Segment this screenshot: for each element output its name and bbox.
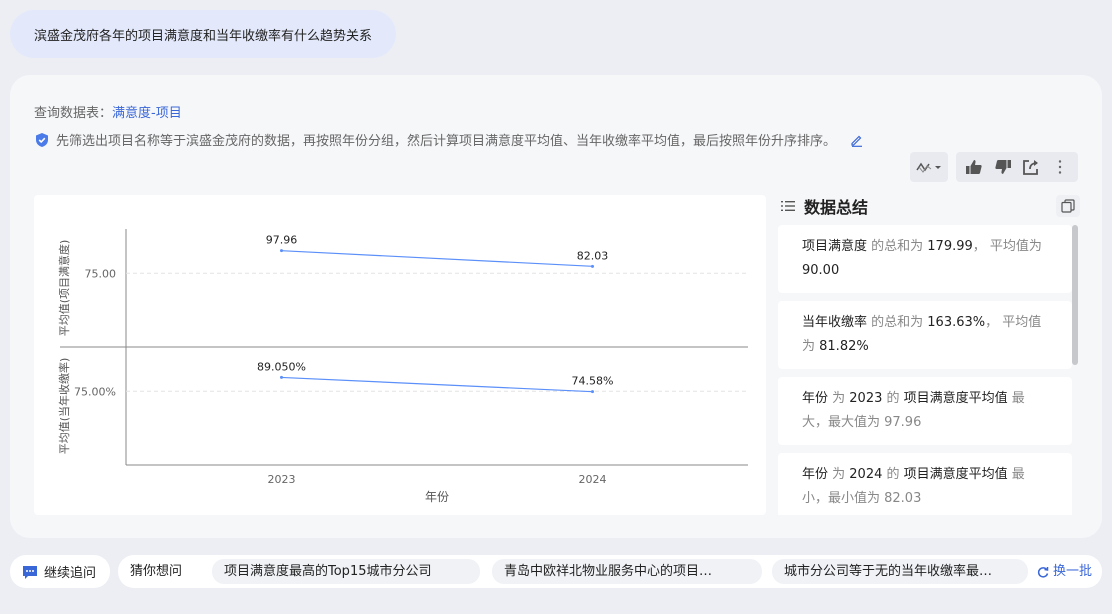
copy-icon bbox=[1061, 199, 1075, 213]
data-point bbox=[280, 249, 283, 253]
share-icon bbox=[1023, 160, 1039, 175]
summary-text: 为 bbox=[828, 467, 850, 482]
summary-field: 年份 bbox=[802, 391, 829, 406]
summary-value: 163.63% bbox=[927, 315, 986, 330]
data-point bbox=[280, 375, 283, 379]
summary-field: 项目满意度平均值 bbox=[903, 391, 1008, 406]
refresh-button[interactable]: 换一批 bbox=[1037, 555, 1092, 588]
user-question-bubble: 滨盛金茂府各年的项目满意度和当年收缴率有什么趋势关系 bbox=[10, 10, 397, 58]
thumbs-up-icon bbox=[966, 160, 982, 174]
suggestion-bar: 继续追问 猜你想问 项目满意度最高的Top15城市分公司 青岛中欧祥北物业服务中… bbox=[10, 555, 1102, 588]
thumbs-up-button[interactable] bbox=[963, 156, 985, 178]
y-axis-title: 平均值(项目满意度) bbox=[57, 240, 71, 337]
chat-icon bbox=[23, 565, 37, 579]
chart-type-switch[interactable] bbox=[910, 152, 948, 182]
line-chart-icon bbox=[916, 162, 941, 173]
summary-field: 项目满意度平均值 bbox=[903, 467, 1008, 482]
summary-value: 2024 bbox=[849, 467, 883, 482]
summary-field: 当年收缴率 bbox=[802, 315, 868, 330]
summary-header: 数据总结 bbox=[780, 195, 1080, 217]
edit-icon[interactable] bbox=[850, 133, 864, 147]
copy-button[interactable] bbox=[1056, 195, 1080, 217]
answer-card: 查询数据表：满意度-项目 先筛选出项目名称等于滨盛金茂府的数据，再按照年份分组，… bbox=[10, 75, 1102, 538]
x-tick-label: 2024 bbox=[579, 473, 607, 486]
feedback-toolbar bbox=[956, 152, 1078, 182]
data-label: 97.96 bbox=[266, 234, 298, 247]
summary-value: 90.00 bbox=[802, 263, 840, 278]
description-text: 先筛选出项目名称等于滨盛金茂府的数据，再按照年份分组，然后计算项目满意度平均值、… bbox=[56, 134, 837, 149]
summary-value: 179.99 bbox=[927, 239, 973, 254]
more-options-button[interactable] bbox=[1049, 156, 1071, 178]
refresh-icon bbox=[1037, 566, 1049, 578]
series-line bbox=[281, 376, 593, 393]
summary-field: 项目满意度 bbox=[802, 239, 868, 254]
thumbs-down-icon bbox=[995, 160, 1011, 174]
chart-area: 75.00 平均值(项目满意度) 97.96 82.03 75.00% 平均值(当年收缴率… bbox=[34, 195, 766, 515]
y-tick-label: 75.00 bbox=[85, 267, 117, 280]
thumbs-down-button[interactable] bbox=[992, 156, 1014, 178]
data-label: 89.050% bbox=[257, 360, 306, 373]
series-line bbox=[281, 250, 593, 267]
x-axis-title: 年份 bbox=[425, 490, 449, 504]
summary-value: 2023 bbox=[849, 391, 883, 406]
data-point bbox=[591, 264, 594, 268]
summary-text: 的 bbox=[882, 467, 904, 482]
follow-up-label: 继续追问 bbox=[44, 566, 97, 581]
summary-text: 的 bbox=[882, 391, 904, 406]
data-source: 查询数据表：满意度-项目 bbox=[34, 102, 182, 121]
suggested-questions: 猜你想问 项目满意度最高的Top15城市分公司 青岛中欧祥北物业服务中心的项目…… bbox=[118, 555, 1102, 588]
y-tick-label: 75.00% bbox=[74, 385, 116, 398]
y-axis-title: 平均值(当年收缴率) bbox=[57, 358, 71, 455]
more-vertical-icon bbox=[1058, 160, 1061, 174]
source-label: 查询数据表： bbox=[34, 106, 113, 121]
data-label: 74.58% bbox=[572, 375, 614, 388]
follow-up-button[interactable]: 继续追问 bbox=[10, 555, 110, 588]
summary-value: 81.82% bbox=[819, 339, 869, 354]
list-icon bbox=[781, 201, 795, 211]
summary-text: ， 平均值为 bbox=[972, 239, 1042, 254]
source-table-link[interactable]: 满意度-项目 bbox=[112, 106, 182, 121]
suggestion-chip[interactable]: 城市分公司等于无的当年收缴率最… bbox=[772, 559, 1028, 584]
summary-text: 的总和为 bbox=[867, 315, 928, 330]
line-chart: 75.00 平均值(项目满意度) 97.96 82.03 75.00%平均值(当年收缴率… bbox=[57, 229, 748, 504]
share-button[interactable] bbox=[1020, 156, 1042, 178]
query-description: 先筛选出项目名称等于滨盛金茂府的数据，再按照年份分组，然后计算项目满意度平均值、… bbox=[34, 129, 894, 155]
question-text: 滨盛金茂府各年的项目满意度和当年收缴率有什么趋势关系 bbox=[34, 28, 373, 44]
summary-item: 项目满意度 的总和为 179.99， 平均值为 90.00 bbox=[778, 225, 1072, 293]
suggestion-chip[interactable]: 项目满意度最高的Top15城市分公司 bbox=[212, 559, 480, 584]
shield-icon bbox=[36, 133, 48, 147]
refresh-label: 换一批 bbox=[1052, 564, 1092, 579]
summary-title: 数据总结 bbox=[804, 198, 869, 217]
data-point bbox=[591, 390, 594, 394]
summary-scrollbar[interactable] bbox=[1072, 225, 1078, 365]
x-tick-label: 2023 bbox=[268, 473, 296, 486]
suggestion-chip[interactable]: 青岛中欧祥北物业服务中心的项目… bbox=[492, 559, 762, 584]
summary-list: 项目满意度 的总和为 179.99， 平均值为 90.00 当年收缴率 的总和为… bbox=[778, 225, 1072, 515]
summary-text: 为 bbox=[828, 391, 850, 406]
summary-text: 的总和为 bbox=[867, 239, 928, 254]
data-label: 82.03 bbox=[577, 249, 609, 262]
summary-item: 当年收缴率 的总和为 163.63%， 平均值为 81.82% bbox=[778, 301, 1072, 369]
summary-item: 年份 为 2023 的 项目满意度平均值 最大，最大值为 97.96 bbox=[778, 377, 1072, 445]
guess-label: 猜你想问 bbox=[130, 564, 183, 579]
summary-item: 年份 为 2024 的 项目满意度平均值 最小，最小值为 82.03 bbox=[778, 453, 1072, 515]
summary-field: 年份 bbox=[802, 467, 829, 482]
